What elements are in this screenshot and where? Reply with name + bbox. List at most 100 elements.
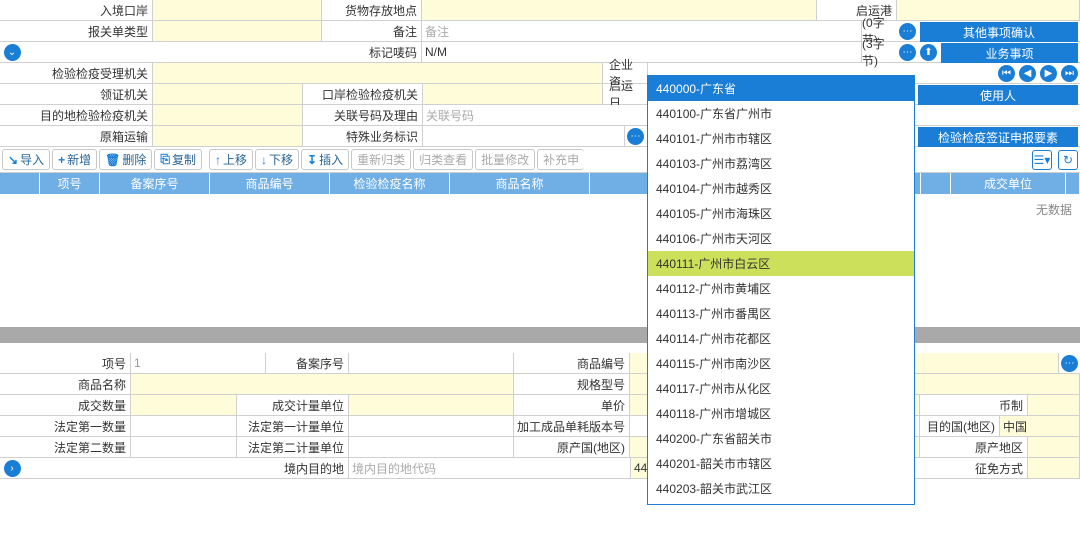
dropdown-item[interactable]: 440105-广州市海珠区 [648,201,914,226]
moveup-button[interactable]: ↑上移 [209,149,253,170]
orig-container-input[interactable] [153,126,303,146]
legal-qty1-label: 法定第一数量 [0,416,131,436]
col-record-no[interactable]: 备案序号 [100,173,210,194]
legal-qty2-input[interactable] [131,437,237,457]
reclassify-button[interactable]: 重新归类 [351,149,411,170]
list-view-icon[interactable]: ☰▾ [1032,150,1052,170]
expand-icon[interactable]: ⌄ [4,44,21,61]
special-biz-input[interactable] [423,126,625,146]
record-no-input[interactable] [349,353,514,373]
special-biz-more-icon[interactable]: ⋯ [627,128,644,145]
dropdown-item[interactable]: 440203-韶关市武江区 [648,476,914,501]
port-inspect-input[interactable] [423,84,603,104]
origin-country-label: 原产国(地区) [514,437,630,457]
dropdown-item[interactable]: 440115-广州市南沙区 [648,351,914,376]
prod-name-input[interactable] [131,374,514,394]
dropdown-item[interactable]: 440112-广州市黄埔区 [648,276,914,301]
col-prod-name[interactable]: 商品名称 [450,173,590,194]
dropdown-item[interactable]: 440204-韶关市浈江区 [648,501,914,505]
dropdown-item[interactable]: 440200-广东省韶关市 [648,426,914,451]
legal-unit1-label: 法定第一计量单位 [237,416,349,436]
col-inspect-name[interactable]: 检验检疫名称 [330,173,450,194]
dropdown-item[interactable]: 440201-韶关市市辖区 [648,451,914,476]
storage-loc-input[interactable] [422,0,817,20]
remarks-more-icon[interactable]: ⋯ [899,23,916,40]
arrow-up-icon: ↑ [215,153,221,167]
legal-qty1-input[interactable] [131,416,237,436]
nav-next-icon[interactable]: ▶ [1040,65,1057,82]
classview-button[interactable]: 归类查看 [413,149,473,170]
plus-icon: + [58,153,65,167]
mark-up-icon[interactable]: ⬆ [920,44,937,61]
inspect-visa-button[interactable]: 检验检疫签证申报要素 [918,127,1078,147]
region-dropdown[interactable]: 440000-广东省440100-广东省广州市440101-广州市市辖区4401… [647,75,915,505]
nav-first-icon[interactable]: ⏮ [998,65,1015,82]
port-entry-input[interactable] [153,0,322,20]
legal-qty2-label: 法定第二数量 [0,437,131,457]
dropdown-item[interactable]: 440106-广州市天河区 [648,226,914,251]
dropdown-item[interactable]: 440100-广东省广州市 [648,101,914,126]
unit-price-label: 单价 [514,395,630,415]
dropdown-item[interactable]: 440113-广州市番禺区 [648,301,914,326]
expand-bottom-icon[interactable]: › [4,460,21,477]
legal-unit2-input[interactable] [349,437,514,457]
exemption-input[interactable] [1028,458,1080,478]
col-deal-unit[interactable]: 成交单位 [951,173,1066,194]
other-confirm-button[interactable]: 其他事项确认 [920,22,1078,42]
horizontal-scrollbar[interactable] [0,327,1080,343]
refresh-icon[interactable]: ↻ [1058,150,1078,170]
deal-unit-label: 成交计量单位 [237,395,349,415]
dropdown-item[interactable]: 440104-广州市越秀区 [648,176,914,201]
dest-country-input[interactable]: 中国 [1000,416,1080,436]
depart-date-label: 启运日 [603,84,648,104]
grid-body: 无数据 [0,195,1080,327]
import-icon: ↘ [8,153,18,167]
origin-region-input[interactable] [1028,437,1080,457]
prod-code-more-icon[interactable]: ⋯ [1061,355,1078,372]
dropdown-item[interactable]: 440118-广州市增城区 [648,401,914,426]
batchmod-button[interactable]: 批量修改 [475,149,535,170]
biz-items-button[interactable]: 业务事项 [941,43,1078,63]
special-biz-label: 特殊业务标识 [303,126,423,146]
item-no-input[interactable]: 1 [131,353,266,373]
currency-input[interactable] [1028,395,1080,415]
col-item-no[interactable]: 项号 [40,173,100,194]
col-prod-code[interactable]: 商品编号 [210,173,330,194]
deal-unit-input[interactable] [349,395,514,415]
storage-loc-label: 货物存放地点 [322,0,422,20]
add-button[interactable]: +新增 [52,149,97,170]
delete-button[interactable]: 🗑删除 [99,149,152,170]
remarks-label: 备注 [322,21,422,41]
copy-button[interactable]: ⎘复制 [154,149,202,170]
import-button[interactable]: ↘导入 [2,149,50,170]
cert-agency-input[interactable] [153,84,303,104]
legal-unit1-input[interactable] [349,416,514,436]
nav-prev-icon[interactable]: ◀ [1019,65,1036,82]
port-inspect-label: 口岸检验检疫机关 [303,84,423,104]
deal-qty-label: 成交数量 [0,395,131,415]
domestic-dest-label: 境内目的地 [22,458,349,478]
dropdown-item[interactable]: 440103-广州市荔湾区 [648,151,914,176]
decl-type-input[interactable] [153,21,322,41]
depart-port-input[interactable] [897,0,1080,20]
mark-more-icon[interactable]: ⋯ [899,44,916,61]
dropdown-item[interactable]: 440101-广州市市辖区 [648,126,914,151]
insert-button[interactable]: ↧插入 [301,149,349,170]
dropdown-item[interactable]: 440111-广州市白云区 [648,251,914,276]
domestic-dest-code-input[interactable]: 境内目的地代码 [349,458,631,478]
supplement-button[interactable]: 补充申 [537,149,584,170]
inspect-accept-input[interactable] [153,63,603,83]
item-no-label: 项号 [0,353,131,373]
user-button[interactable]: 使用人 [918,85,1078,105]
nav-last-icon[interactable]: ⏭ [1061,65,1078,82]
dropdown-item[interactable]: 440117-广州市从化区 [648,376,914,401]
legal-unit2-label: 法定第二计量单位 [237,437,349,457]
cert-agency-label: 领证机关 [0,84,153,104]
movedown-button[interactable]: ↓下移 [255,149,299,170]
dropdown-item[interactable]: 440114-广州市花都区 [648,326,914,351]
dropdown-item[interactable]: 440000-广东省 [648,76,914,101]
remarks-input[interactable]: 备注 [422,21,862,41]
deal-qty-input[interactable] [131,395,237,415]
rel-code-input[interactable]: 关联号码 [423,105,648,125]
dest-inspect-input[interactable] [153,105,303,125]
